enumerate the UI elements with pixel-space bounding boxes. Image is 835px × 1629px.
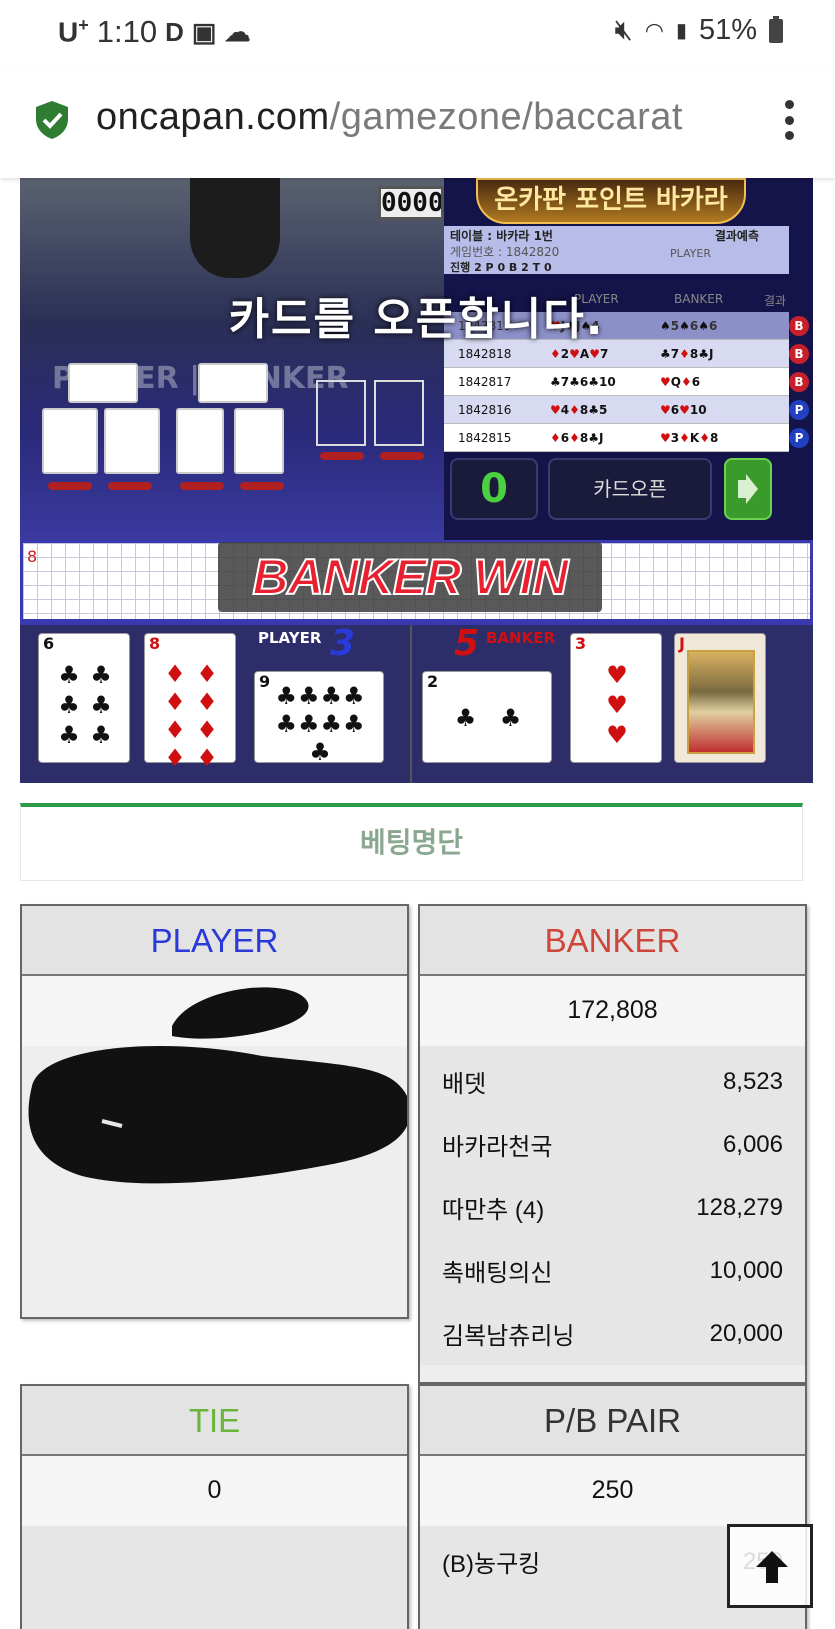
tie-bets-box: TIE 0	[20, 1384, 409, 1629]
bet-row: 배뎃 8,523	[442, 1067, 783, 1099]
banker-card-1: 2 ♣ ♣	[422, 671, 552, 763]
player-card-2: 8 ♦ ♦ ♦ ♦ ♦ ♦ ♦ ♦	[144, 633, 236, 772]
history-player-cards: ♥4♦8♣5	[550, 402, 608, 417]
table-card	[234, 408, 284, 474]
status-bar: U+ 1:10 D ▣ ☁ 🔇︎ ◠ ▮ 51%	[0, 0, 835, 70]
jack-portrait	[687, 650, 755, 754]
bet-count-display: 0	[450, 458, 538, 520]
open-cards-button[interactable]: 카드오픈	[548, 458, 712, 520]
d-app-icon: D	[165, 16, 184, 47]
player-bets-header: PLAYER	[22, 906, 407, 976]
result-divider	[410, 625, 412, 783]
battery-icon	[769, 15, 783, 43]
player-card-1: 6 ♣ ♣ ♣ ♣ ♣ ♣	[38, 633, 130, 763]
bet-row: 김복남츄리닝 20,000	[442, 1319, 783, 1351]
empty-card-slot	[316, 380, 366, 446]
banker-bet-rows: 배뎃 8,523 바카라천국 6,006 따만추 (4) 128,279 촉배팅의신 1…	[420, 1046, 805, 1365]
history-row: 1842816 ♥4♦8♣5 ♥6♥10 P	[444, 396, 809, 424]
round-info: 테이블 : 바카라 1번 게임번호 : 1842820 진행 2 P 0 B 2…	[444, 226, 789, 274]
card-base	[180, 482, 224, 490]
speaker-icon[interactable]	[724, 458, 772, 520]
banker-bets-header: BANKER	[420, 906, 805, 976]
url-field[interactable]: oncapan.com/gamezone/baccarat	[96, 96, 683, 139]
shoe-counter: 0000	[378, 186, 444, 220]
bet-row: 촉배팅의신 10,000	[442, 1256, 783, 1288]
history-player-cards: ♦6♦8♣J	[550, 430, 604, 445]
browser-url-bar: oncapan.com/gamezone/baccarat	[0, 70, 835, 178]
history-banker-cards: ♥6♥10	[660, 402, 707, 417]
round-progress: 진행 2 P 0 B 2 T 0	[450, 261, 552, 274]
history-banker-cards: ♥3♦K♦8	[660, 430, 719, 445]
card-base	[240, 482, 284, 490]
signal-icon: ▮	[675, 20, 687, 42]
tie-bet-rows	[22, 1526, 407, 1629]
betting-list-title: 베팅명단	[20, 803, 803, 881]
player-bets-box: PLAYER	[20, 904, 409, 1319]
history-result-badge: P	[789, 428, 809, 448]
dealer-figure	[190, 178, 280, 278]
shield-check-icon[interactable]	[34, 100, 70, 140]
history-player-cards: ♣7♣6♣10	[550, 374, 616, 389]
card-base	[380, 452, 424, 460]
table-card	[68, 363, 138, 403]
banker-card-3: J	[674, 633, 766, 763]
player-score-label: PLAYER	[258, 629, 322, 647]
game-controls: 0 카드오픈	[444, 458, 813, 528]
table-card	[42, 408, 98, 474]
carrier-label: U+	[58, 15, 89, 48]
bet-row: 바카라천국 6,006	[442, 1130, 783, 1162]
banker-bets-total: 172,808	[420, 976, 805, 1046]
banker-score: 5	[454, 623, 480, 664]
table-card	[176, 408, 224, 474]
round-number: 게임번호 : 1842820	[450, 245, 560, 259]
baccarat-game-stream: 0000 PLAYER | BANKER 온카판 포인트 바카라 테이블 : 바…	[20, 178, 813, 783]
player-score: 3	[330, 623, 356, 664]
history-row: 1842815 ♦6♦8♣J ♥3♦K♦8 P	[444, 424, 809, 452]
tie-bets-total: 0	[22, 1456, 407, 1526]
table-card	[198, 363, 268, 403]
result-cards: 6 ♣ ♣ ♣ ♣ ♣ ♣ 8 ♦ ♦ ♦ ♦ ♦ ♦ ♦ ♦ PLAYER 3 9 ♣ ♣ ♣ ♣ ♣ ♣ ♣ ♣ ♣…	[20, 622, 813, 783]
open-cards-message: 카드를 오픈합니다.	[228, 294, 605, 345]
tie-bets-header: TIE	[22, 1386, 407, 1456]
prediction-player: PLAYER	[670, 247, 711, 260]
history-round-id: 1842817	[458, 374, 512, 389]
scroll-to-top-button[interactable]	[727, 1524, 813, 1608]
pair-bets-total: 250	[420, 1456, 805, 1526]
empty-card-slot	[374, 380, 424, 446]
card-base	[108, 482, 152, 490]
arrow-up-icon	[756, 1551, 788, 1583]
history-result-badge: B	[789, 372, 809, 392]
banker-score-label: BANKER	[486, 629, 556, 647]
bet-row: 따만추 (4) 128,279	[442, 1193, 783, 1225]
battery-level: 51%	[698, 14, 757, 46]
vertical-dots-icon[interactable]	[785, 100, 795, 140]
card-base	[320, 452, 364, 460]
player-card-3: 9 ♣ ♣ ♣ ♣ ♣ ♣ ♣ ♣ ♣	[254, 671, 384, 766]
card-base	[48, 482, 92, 490]
wifi-icon: ◠	[644, 17, 664, 43]
history-result-badge: P	[789, 400, 809, 420]
history-row: 1842817 ♣7♣6♣10 ♥Q♦6 B	[444, 368, 809, 396]
banker-card-2: 3 ♥ ♥ ♥	[570, 633, 662, 763]
table-card	[104, 408, 160, 474]
win-banner: BANKER WIN	[218, 542, 602, 612]
mute-icon: 🔇︎	[614, 14, 633, 46]
banker-bets-box: BANKER 172,808 배뎃 8,523 바카라천국 6,006 따만추 (4…	[418, 904, 807, 1384]
clock: 1:10	[96, 14, 158, 49]
brand-banner: 온카판 포인트 바카라	[476, 178, 746, 224]
prediction-label: 결과예측	[714, 229, 759, 243]
history-banker-cards: ♥Q♦6	[660, 374, 701, 389]
history-round-id: 1842816	[458, 402, 512, 417]
history-round-id: 1842815	[458, 430, 512, 445]
road-number: 8	[27, 547, 38, 566]
redaction-scribble	[22, 976, 407, 1184]
gallery-icon: ▣	[191, 16, 217, 47]
pair-bets-header: P/B PAIR	[420, 1386, 805, 1456]
cloud-icon: ☁	[224, 16, 251, 47]
